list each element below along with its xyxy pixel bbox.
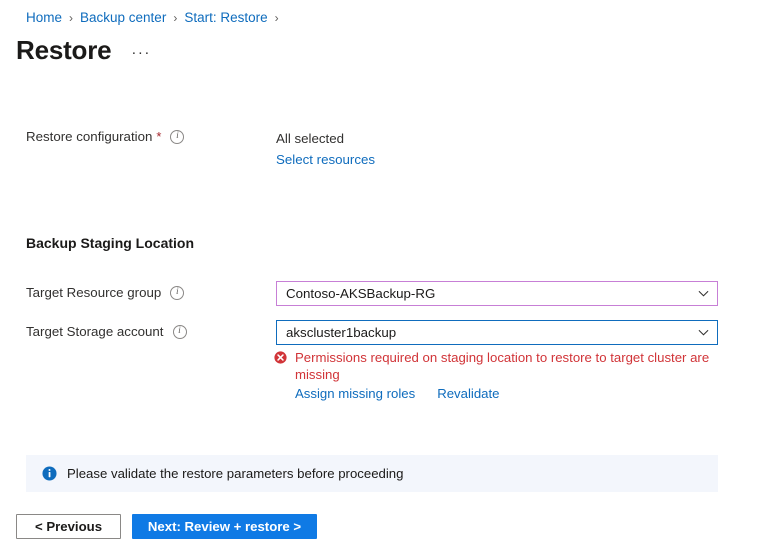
breadcrumb-separator-icon: ›	[274, 10, 279, 25]
restore-configuration-label-text: Restore configuration	[26, 129, 153, 144]
info-banner-text: Please validate the restore parameters b…	[67, 466, 404, 481]
info-icon[interactable]: i	[172, 324, 187, 339]
staging-validation-error: Permissions required on staging location…	[274, 349, 720, 401]
breadcrumb-item-start-restore[interactable]: Start: Restore	[184, 10, 267, 25]
error-circle-icon	[274, 351, 287, 364]
breadcrumb-item-home[interactable]: Home	[26, 10, 62, 25]
target-resource-group-label-text: Target Resource group	[26, 285, 162, 300]
breadcrumb-item-backup-center[interactable]: Backup center	[80, 10, 166, 25]
page-header: Restore ···	[16, 34, 153, 66]
target-storage-account-label: Target Storage account i	[26, 324, 187, 339]
info-banner: Please validate the restore parameters b…	[26, 455, 718, 492]
page-title: Restore	[16, 35, 112, 65]
assign-missing-roles-link[interactable]: Assign missing roles	[295, 386, 415, 401]
target-resource-group-label: Target Resource group i	[26, 285, 185, 300]
required-marker: *	[156, 129, 162, 144]
more-options-icon[interactable]: ···	[129, 45, 153, 61]
info-icon[interactable]: i	[170, 285, 185, 300]
target-resource-group-dropdown[interactable]: Contoso-AKSBackup-RG	[276, 281, 718, 306]
revalidate-link[interactable]: Revalidate	[437, 386, 499, 401]
next-review-restore-button[interactable]: Next: Review + restore >	[132, 514, 317, 539]
breadcrumb: Home › Backup center › Start: Restore ›	[26, 10, 286, 25]
error-actions: Assign missing roles Revalidate	[295, 386, 720, 401]
target-storage-account-value: akscluster1backup	[286, 325, 397, 340]
breadcrumb-separator-icon: ›	[173, 10, 178, 25]
chevron-down-icon	[698, 290, 709, 297]
breadcrumb-separator-icon: ›	[69, 10, 74, 25]
info-circle-icon	[42, 466, 57, 481]
error-message: Permissions required on staging location…	[295, 350, 710, 382]
restore-configuration-label: Restore configuration * i	[26, 129, 185, 144]
target-storage-account-dropdown[interactable]: akscluster1backup	[276, 320, 718, 345]
chevron-down-icon	[698, 329, 709, 336]
target-storage-account-label-text: Target Storage account	[26, 324, 164, 339]
target-resource-group-value: Contoso-AKSBackup-RG	[286, 286, 436, 301]
backup-staging-location-heading: Backup Staging Location	[26, 235, 195, 251]
error-body: Permissions required on staging location…	[295, 349, 720, 401]
info-icon[interactable]: i	[170, 129, 185, 144]
select-resources-link[interactable]: Select resources	[276, 152, 375, 167]
previous-button[interactable]: < Previous	[16, 514, 121, 539]
wizard-footer: < Previous Next: Review + restore >	[16, 514, 317, 539]
restore-configuration-value: All selected	[276, 131, 344, 146]
